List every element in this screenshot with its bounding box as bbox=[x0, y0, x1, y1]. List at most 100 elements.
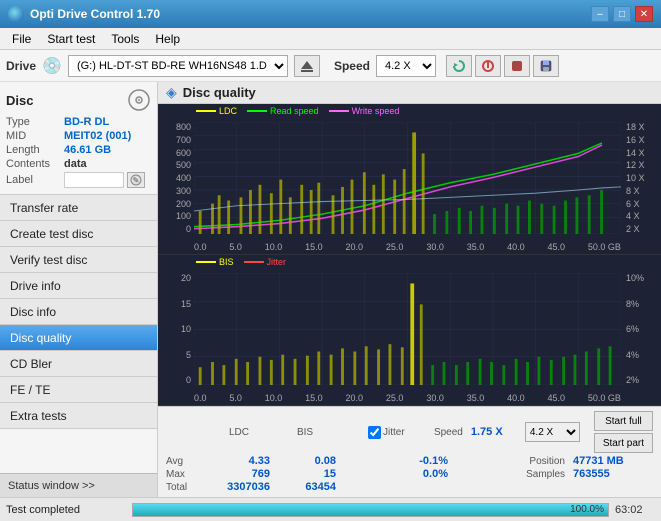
chart2-x-axis: 0.05.010.015.020.025.030.035.040.045.050… bbox=[194, 393, 621, 403]
max-ldc: 769 bbox=[208, 468, 270, 480]
drive-device-icon: 💿 bbox=[42, 56, 62, 76]
svg-text:✎: ✎ bbox=[133, 176, 140, 185]
avg-bis: 0.08 bbox=[274, 455, 336, 467]
menu-file[interactable]: File bbox=[4, 30, 39, 48]
total-bis: 63454 bbox=[274, 481, 336, 493]
label-edit-button[interactable]: ✎ bbox=[127, 172, 145, 188]
drive-bar: Drive 💿 (G:) HL-DT-ST BD-RE WH16NS48 1.D… bbox=[0, 50, 661, 82]
minimize-button[interactable]: – bbox=[591, 6, 609, 22]
total-row: Total 3307036 63454 bbox=[166, 481, 653, 493]
app-icon bbox=[8, 6, 24, 22]
samples-value: 763555 bbox=[573, 468, 653, 480]
jitter-checkbox-group[interactable]: Jitter bbox=[368, 426, 405, 439]
main-layout: Disc Type BD-R DL MID MEIT02 (001) Lengt… bbox=[0, 82, 661, 497]
nav-drive-info[interactable]: Drive info bbox=[0, 273, 157, 299]
eject-button[interactable] bbox=[294, 55, 320, 77]
chart2-legend: BIS Jitter bbox=[196, 257, 286, 267]
menu-bar: File Start test Tools Help bbox=[0, 28, 661, 50]
avg-row: Avg 4.33 0.08 -0.1% Position 47731 MB bbox=[166, 455, 653, 467]
length-value: 46.61 GB bbox=[64, 144, 111, 156]
chart1-y-axis-left: 8007006005004003002001000 bbox=[158, 122, 194, 234]
nav-verify-test-disc[interactable]: Verify test disc bbox=[0, 247, 157, 273]
chart2-y-axis-left: 20151050 bbox=[158, 273, 194, 385]
nav-cd-bler[interactable]: CD Bler bbox=[0, 351, 157, 377]
label-input[interactable] bbox=[64, 172, 124, 188]
speed-label: Speed bbox=[334, 59, 370, 73]
speed-select-stats[interactable]: 4.2 X bbox=[525, 422, 580, 442]
title-bar: Opti Drive Control 1.70 – □ ✕ bbox=[0, 0, 661, 28]
bis-col-header: BIS bbox=[274, 427, 336, 438]
avg-label: Avg bbox=[166, 456, 204, 467]
avg-jitter: -0.1% bbox=[368, 455, 448, 467]
label-key: Label bbox=[6, 174, 64, 186]
status-window-toggle[interactable]: Status window >> bbox=[0, 473, 157, 497]
menu-help[interactable]: Help bbox=[147, 30, 188, 48]
progress-bar-fill bbox=[133, 504, 608, 516]
nav-disc-info[interactable]: Disc info bbox=[0, 299, 157, 325]
progress-bar: 100.0% bbox=[132, 503, 609, 517]
total-ldc: 3307036 bbox=[208, 481, 270, 493]
chart1-legend: LDC Read speed Write speed bbox=[196, 106, 399, 116]
start-part-button[interactable]: Start part bbox=[594, 433, 653, 453]
samples-label: Samples bbox=[526, 469, 565, 480]
maximize-button[interactable]: □ bbox=[613, 6, 631, 22]
drive-label: Drive bbox=[6, 59, 36, 73]
max-bis: 15 bbox=[274, 468, 336, 480]
contents-key: Contents bbox=[6, 158, 64, 170]
drive-select[interactable]: (G:) HL-DT-ST BD-RE WH16NS48 1.D3 bbox=[68, 55, 288, 77]
contents-value: data bbox=[64, 158, 87, 170]
menu-start-test[interactable]: Start test bbox=[39, 30, 103, 48]
refresh-button[interactable] bbox=[446, 55, 472, 77]
app-title: Opti Drive Control 1.70 bbox=[30, 7, 160, 21]
max-label: Max bbox=[166, 469, 204, 480]
stats-bar: LDC BIS Jitter Speed 1.75 X 4.2 X Start … bbox=[158, 406, 661, 497]
total-label: Total bbox=[166, 482, 204, 493]
chart2-y-axis-right: 10%8%6%4%2% bbox=[623, 273, 661, 385]
icon-btn-2[interactable] bbox=[475, 55, 501, 77]
avg-ldc: 4.33 bbox=[208, 455, 270, 467]
chart1: 8007006005004003002001000 18 X16 X14 X12… bbox=[158, 104, 661, 255]
nav-transfer-rate[interactable]: Transfer rate bbox=[0, 195, 157, 221]
chart1-y-axis-right: 18 X16 X14 X12 X10 X8 X6 X4 X2 X bbox=[623, 122, 661, 234]
icon-btn-3[interactable] bbox=[504, 55, 530, 77]
length-key: Length bbox=[6, 144, 64, 156]
nav-create-test-disc[interactable]: Create test disc bbox=[0, 221, 157, 247]
status-text: Test completed bbox=[6, 504, 126, 516]
charts-area: 8007006005004003002001000 18 X16 X14 X12… bbox=[158, 104, 661, 406]
jitter-checkbox[interactable] bbox=[368, 426, 381, 439]
start-buttons: Start full Start part bbox=[594, 411, 653, 453]
disc-section-label: Disc bbox=[6, 93, 33, 108]
start-full-button[interactable]: Start full bbox=[594, 411, 653, 431]
max-row: Max 769 15 0.0% Samples 763555 bbox=[166, 468, 653, 480]
right-panel: ◈ Disc quality 8007006005004003002001000… bbox=[158, 82, 661, 497]
save-button[interactable] bbox=[533, 55, 559, 77]
type-value: BD-R DL bbox=[64, 116, 109, 128]
status-bar: Test completed 100.0% 63:02 bbox=[0, 497, 661, 521]
mid-value: MEIT02 (001) bbox=[64, 130, 131, 142]
chart1-svg bbox=[194, 122, 621, 234]
nav-extra-tests[interactable]: Extra tests bbox=[0, 403, 157, 429]
chart2: 20151050 10%8%6%4%2% 0.05.010.015.020.02… bbox=[158, 255, 661, 406]
menu-tools[interactable]: Tools bbox=[103, 30, 147, 48]
disc-icon bbox=[127, 88, 151, 112]
max-jitter: 0.0% bbox=[368, 468, 448, 480]
type-key: Type bbox=[6, 116, 64, 128]
position-value: 47731 MB bbox=[573, 455, 653, 467]
disc-info-panel: Disc Type BD-R DL MID MEIT02 (001) Lengt… bbox=[0, 82, 157, 195]
jitter-label: Jitter bbox=[383, 427, 405, 438]
nav-disc-quality[interactable]: Disc quality bbox=[0, 325, 157, 351]
position-label: Position bbox=[529, 456, 565, 467]
status-time: 63:02 bbox=[615, 504, 655, 516]
mid-key: MID bbox=[6, 130, 64, 142]
close-button[interactable]: ✕ bbox=[635, 6, 653, 22]
speed-value: 1.75 X bbox=[471, 426, 521, 438]
speed-col-header: Speed bbox=[434, 427, 463, 438]
ldc-col-header: LDC bbox=[208, 427, 270, 438]
nav-fe-te[interactable]: FE / TE bbox=[0, 377, 157, 403]
panel-title-bar: ◈ Disc quality bbox=[158, 82, 661, 104]
sidebar: Disc Type BD-R DL MID MEIT02 (001) Lengt… bbox=[0, 82, 158, 497]
progress-pct: 100.0% bbox=[570, 504, 604, 516]
panel-title: Disc quality bbox=[183, 85, 256, 100]
panel-icon: ◈ bbox=[166, 84, 177, 101]
speed-select[interactable]: 4.2 X bbox=[376, 55, 436, 77]
